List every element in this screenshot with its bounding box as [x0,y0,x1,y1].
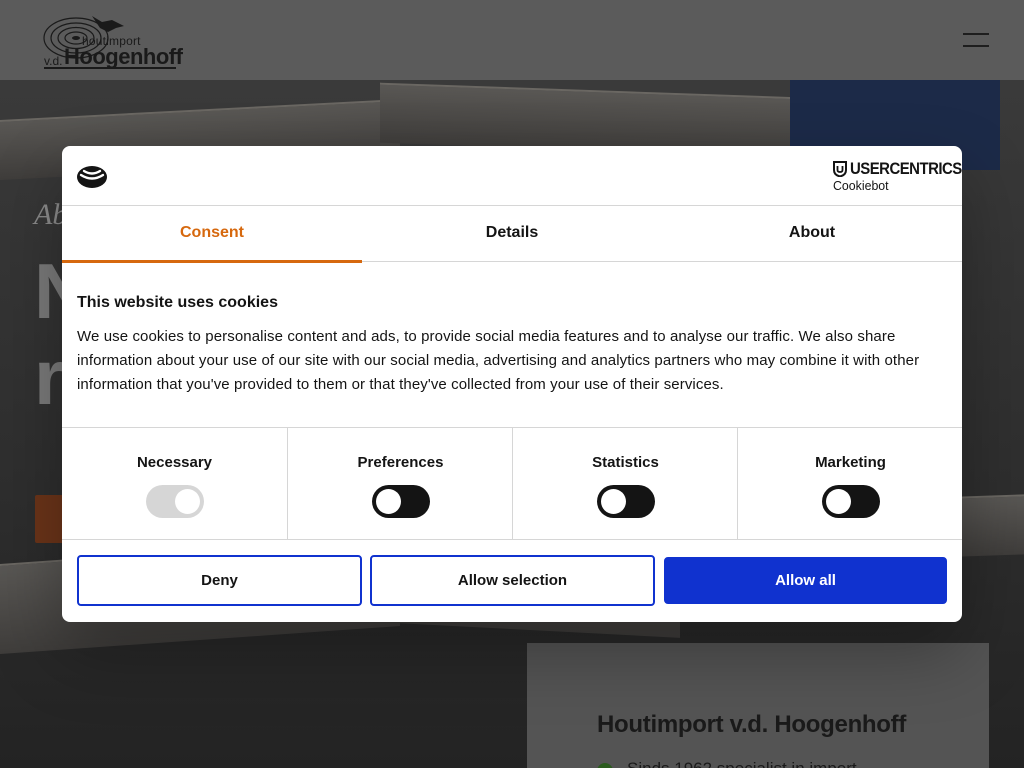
necessary-switch [146,485,204,518]
tab-about[interactable]: About [662,206,962,262]
dialog-description: We use cookies to personalise content an… [77,328,920,393]
toggle-label: Necessary [136,454,213,471]
switch-knob [175,489,200,514]
toggle-marketing: Marketing [737,428,962,540]
allow-selection-button[interactable]: Allow selection [370,555,655,606]
dialog-buttons: Deny Allow selection Allow all [77,555,947,607]
deny-button[interactable]: Deny [77,555,362,606]
dialog-body: This website uses cookies We use cookies… [77,294,952,397]
statistics-switch[interactable] [597,485,655,518]
cookiebot-name: Cookiebot [833,178,889,193]
cookie-consent-dialog: USERCENTRICS Cookiebot Consent Details A… [62,146,962,622]
dialog-heading: This website uses cookies [77,294,278,311]
consent-toggles: Necessary Preferences Statistics Marketi… [62,427,962,540]
usercentrics-name: USERCENTRICS [850,159,962,178]
shield-icon [833,161,847,177]
toggle-label: Statistics [592,454,659,471]
allow-all-button[interactable]: Allow all [664,557,947,604]
toggle-statistics: Statistics [512,428,737,540]
switch-knob [376,489,401,514]
toggle-label: Preferences [357,454,444,471]
toggle-preferences: Preferences [287,428,512,540]
marketing-switch[interactable] [822,485,880,518]
preferences-switch[interactable] [372,485,430,518]
tab-consent[interactable]: Consent [62,206,362,263]
tab-details[interactable]: Details [362,206,662,262]
usercentrics-brand[interactable]: USERCENTRICS Cookiebot [832,159,962,193]
toggle-necessary: Necessary [62,428,287,540]
switch-knob [601,489,626,514]
cookiebot-logo-icon [77,166,107,188]
dialog-tabs: Consent Details About [62,206,962,263]
dialog-header: USERCENTRICS Cookiebot [62,146,962,206]
switch-knob [826,489,851,514]
toggle-label: Marketing [815,454,886,471]
